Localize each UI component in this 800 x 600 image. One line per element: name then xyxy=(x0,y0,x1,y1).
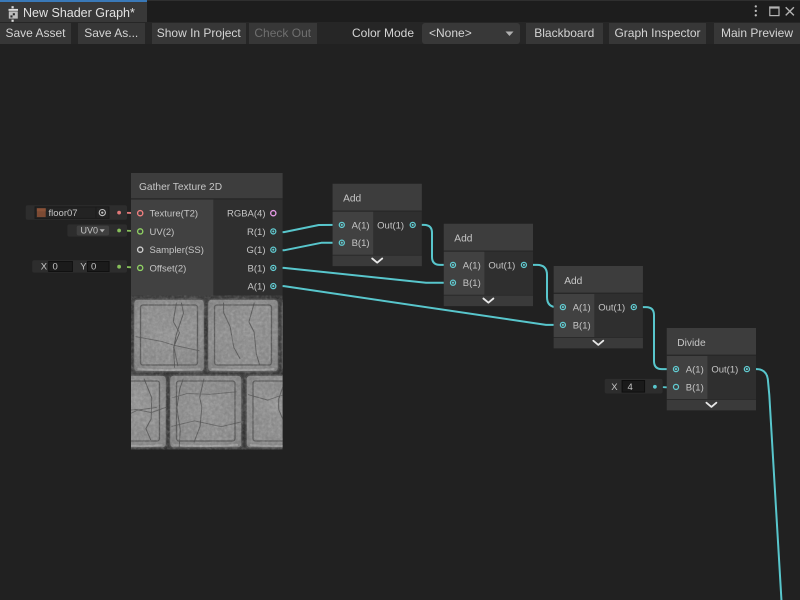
svg-text:Out(1): Out(1) xyxy=(598,303,625,314)
svg-text:Gather Texture 2D: Gather Texture 2D xyxy=(139,182,222,193)
svg-text:Offset(2): Offset(2) xyxy=(150,263,187,274)
svg-text:4: 4 xyxy=(628,382,633,393)
svg-text:X: X xyxy=(41,262,48,273)
svg-text:Out(1): Out(1) xyxy=(377,220,404,231)
svg-text:Texture(T2): Texture(T2) xyxy=(150,209,199,220)
svg-text:UV(2): UV(2) xyxy=(150,227,175,238)
svg-text:A(1): A(1) xyxy=(463,260,481,271)
svg-text:Out(1): Out(1) xyxy=(711,365,738,376)
svg-text:Divide: Divide xyxy=(677,338,706,349)
svg-text:B(1): B(1) xyxy=(573,320,591,331)
svg-text:A(1): A(1) xyxy=(573,303,591,314)
svg-text:Add: Add xyxy=(454,234,472,245)
svg-text:B(1): B(1) xyxy=(248,263,266,274)
svg-text:Sampler(SS): Sampler(SS) xyxy=(150,245,204,256)
svg-text:UV0: UV0 xyxy=(81,225,99,235)
svg-text:X: X xyxy=(611,382,618,393)
svg-text:Add: Add xyxy=(343,194,361,205)
svg-text:G(1): G(1) xyxy=(247,245,266,256)
svg-text:0: 0 xyxy=(53,262,58,273)
svg-text:B(1): B(1) xyxy=(352,238,370,249)
svg-text:A(1): A(1) xyxy=(686,365,704,376)
svg-text:floor07: floor07 xyxy=(49,208,78,219)
svg-text:B(1): B(1) xyxy=(686,382,704,393)
svg-text:0: 0 xyxy=(91,262,96,273)
svg-text:Add: Add xyxy=(564,276,582,287)
svg-text:A(1): A(1) xyxy=(248,282,266,293)
svg-text:RGBA(4): RGBA(4) xyxy=(227,209,266,220)
svg-text:B(1): B(1) xyxy=(463,278,481,289)
svg-text:R(1): R(1) xyxy=(247,227,265,238)
svg-text:Y: Y xyxy=(80,262,87,273)
svg-text:A(1): A(1) xyxy=(352,220,370,231)
svg-text:Out(1): Out(1) xyxy=(488,260,515,271)
